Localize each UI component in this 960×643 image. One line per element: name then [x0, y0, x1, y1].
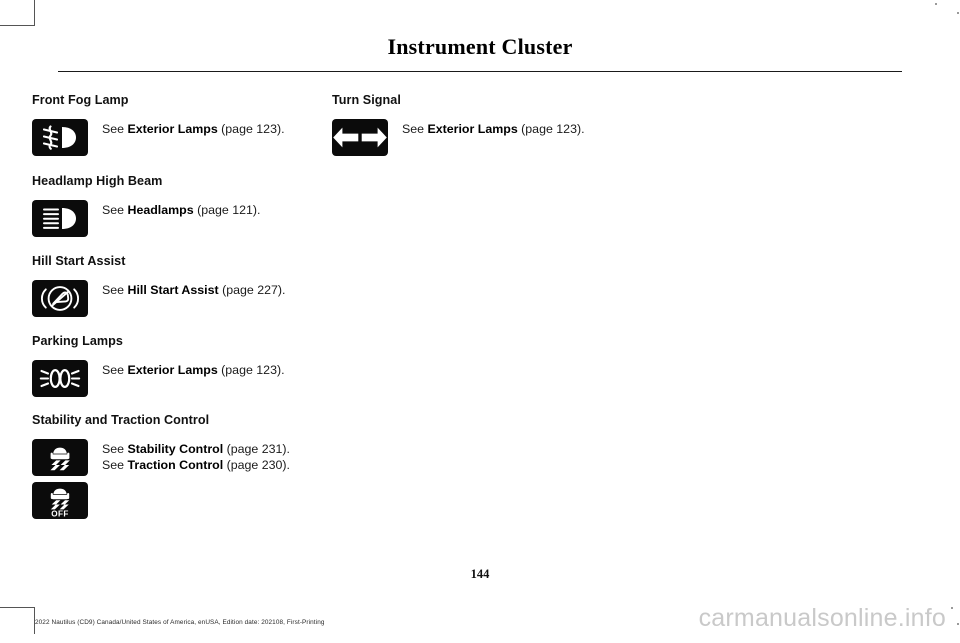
- see-label: See: [102, 362, 128, 377]
- svg-text:OFF: OFF: [51, 509, 69, 518]
- cross-reference-link[interactable]: Stability Control: [128, 442, 224, 456]
- crop-mark-top-left: [0, 0, 35, 26]
- page-reference: (page 123).: [217, 362, 285, 377]
- page-reference: (page 230).: [223, 458, 291, 473]
- hill-start-assist-icon: [41, 285, 79, 311]
- telltale-icon-stack: [332, 118, 388, 156]
- turn-signal-icon: [333, 125, 387, 149]
- telltale-icon-stack: [32, 359, 88, 397]
- front-fog-lamp-telltale: [32, 118, 88, 156]
- crop-mark-bottom-right: [951, 607, 953, 609]
- telltale-reference-text: See Exterior Lamps (page 123).: [388, 119, 632, 138]
- telltale-section: Headlamp High Beam See Headlamps (page 1…: [32, 175, 332, 237]
- telltale-icon-stack: [32, 279, 88, 317]
- telltale-icon-stack: [32, 199, 88, 237]
- stability-control-off-telltale: OFF: [32, 481, 88, 519]
- see-label: See: [102, 458, 128, 473]
- cross-reference-link[interactable]: Exterior Lamps: [428, 122, 518, 136]
- telltale-section: Turn Signal See Exterior Lamps (page 123…: [332, 94, 632, 156]
- telltale-reference-text: See Exterior Lamps (page 123).: [88, 360, 332, 379]
- page-title: Instrument Cluster: [387, 34, 573, 59]
- section-heading: Hill Start Assist: [32, 254, 126, 268]
- crop-mark-top-right-outer: [957, 12, 959, 14]
- telltale-section: Parking Lamps See Exterior Lamps (page 1…: [32, 335, 332, 397]
- stability-control-telltale: [32, 438, 88, 476]
- crop-mark-bottom-right-outer: [957, 623, 959, 625]
- cross-reference-line: See Hill Start Assist (page 227).: [102, 282, 332, 299]
- telltale-row: See Exterior Lamps (page 123).: [32, 118, 332, 156]
- cross-reference-line: See Headlamps (page 121).: [102, 202, 332, 219]
- header-rule: [58, 71, 902, 73]
- page-reference: (page 121).: [193, 202, 261, 217]
- telltale-section: Stability and Traction Control OFF See S…: [32, 414, 332, 519]
- telltale-reference-text: See Exterior Lamps (page 123).: [88, 119, 332, 138]
- telltale-row: See Exterior Lamps (page 123).: [332, 118, 632, 156]
- legal-line: 2022 Nautilus (CD9) Canada/United States…: [35, 619, 325, 626]
- section-heading: Parking Lamps: [32, 334, 123, 348]
- cross-reference-link[interactable]: Headlamps: [128, 203, 194, 217]
- page-reference: (page 123).: [517, 121, 585, 136]
- see-label: See: [102, 202, 128, 217]
- see-label: See: [102, 441, 128, 456]
- headlamp-high-beam-telltale: [32, 199, 88, 237]
- headlamp-high-beam-icon: [43, 207, 76, 229]
- telltale-row: OFF See Stability Control (page 231). See…: [32, 438, 332, 519]
- cross-reference-link[interactable]: Exterior Lamps: [128, 363, 218, 377]
- page-reference: (page 123).: [217, 121, 285, 136]
- column-left: Front Fog Lamp See Exterior Lamps (page …: [32, 94, 332, 524]
- see-label: See: [102, 121, 128, 136]
- telltale-icon-stack: OFF: [32, 438, 88, 519]
- hill-start-assist-telltale: [32, 279, 88, 317]
- telltale-row: See Headlamps (page 121).: [32, 199, 332, 237]
- page-reference: (page 227).: [218, 282, 286, 297]
- telltale-reference-text: See Stability Control (page 231). See Tra…: [88, 439, 332, 474]
- site-watermark: carmanualsonline.info: [698, 604, 946, 632]
- cross-reference-line: See Exterior Lamps (page 123).: [402, 121, 632, 138]
- cross-reference-line: See Exterior Lamps (page 123).: [102, 362, 332, 379]
- cross-reference-link[interactable]: Traction Control: [128, 458, 224, 472]
- telltale-icon-stack: [32, 118, 88, 156]
- parking-lamps-telltale: [32, 359, 88, 397]
- see-label: See: [402, 121, 428, 136]
- page-number: 144: [470, 567, 490, 581]
- cross-reference-link[interactable]: Exterior Lamps: [128, 122, 218, 136]
- page-reference: (page 231).: [223, 441, 291, 456]
- telltale-section: Front Fog Lamp See Exterior Lamps (page …: [32, 94, 332, 156]
- cross-reference-link[interactable]: Hill Start Assist: [128, 283, 219, 297]
- section-heading: Turn Signal: [332, 93, 401, 107]
- telltale-row: See Exterior Lamps (page 123).: [32, 359, 332, 397]
- telltale-row: See Hill Start Assist (page 227).: [32, 279, 332, 317]
- cross-reference-line: See Traction Control (page 230).: [102, 457, 332, 474]
- see-label: See: [102, 282, 128, 297]
- parking-lamps-icon: [39, 368, 81, 388]
- telltale-reference-text: See Hill Start Assist (page 227).: [88, 280, 332, 299]
- cross-reference-line: See Stability Control (page 231).: [102, 441, 332, 458]
- stability-control-icon: [50, 447, 70, 470]
- front-fog-lamp-icon: [42, 125, 76, 150]
- telltale-section: Hill Start Assist See Hill Start Assist …: [32, 255, 332, 317]
- crop-mark-bottom-left: [0, 607, 35, 634]
- cross-reference-line: See Exterior Lamps (page 123).: [102, 121, 332, 138]
- telltale-reference-text: See Headlamps (page 121).: [88, 200, 332, 219]
- section-heading: Headlamp High Beam: [32, 174, 163, 188]
- section-heading: Stability and Traction Control: [32, 413, 210, 427]
- stability-control-off-icon: OFF: [50, 488, 70, 518]
- turn-signal-telltale: [332, 118, 388, 156]
- section-heading: Front Fog Lamp: [32, 93, 129, 107]
- crop-mark-top-right: [935, 3, 937, 5]
